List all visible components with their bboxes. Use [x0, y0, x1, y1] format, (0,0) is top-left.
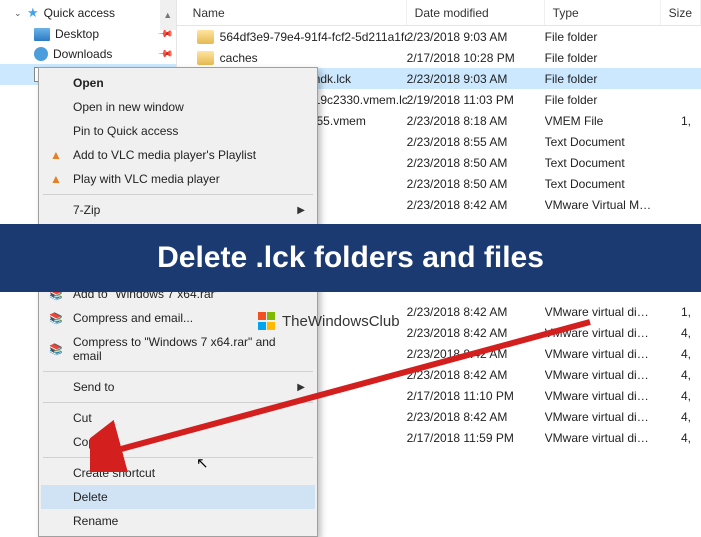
nav-label: Downloads [53, 47, 112, 61]
rar-icon: 📚 [47, 310, 65, 326]
file-date: 2/23/2018 9:03 AM [407, 30, 545, 44]
file-date: 2/23/2018 8:42 AM [407, 347, 545, 361]
menu-separator [43, 371, 313, 372]
file-date: 2/23/2018 8:42 AM [407, 410, 545, 424]
watermark: TheWindowsClub [258, 312, 400, 330]
file-type: Text Document [545, 177, 661, 191]
file-type: File folder [545, 51, 661, 65]
file-type: VMware virtual disk f... [545, 347, 661, 361]
nav-item-downloads[interactable]: Downloads 📌 [0, 44, 176, 64]
menu-compress-rar-email[interactable]: 📚 Compress to "Windows 7 x64.rar" and em… [41, 330, 315, 368]
windows-logo-icon [258, 312, 276, 330]
folder-icon [197, 30, 214, 44]
vlc-icon: ▲ [47, 171, 65, 187]
file-date: 2/23/2018 8:55 AM [407, 135, 545, 149]
downloads-icon [34, 47, 48, 61]
file-size: 1, [661, 114, 701, 128]
menu-7zip[interactable]: 7-Zip ▶ [41, 198, 315, 222]
file-date: 2/23/2018 8:42 AM [407, 326, 545, 340]
file-size: 4, [661, 326, 701, 340]
chevron-up-icon: ▲ [163, 10, 172, 20]
file-type: File folder [545, 93, 661, 107]
menu-copy[interactable]: Copy [41, 430, 315, 454]
file-type: VMware Virtual Mac... [545, 198, 661, 212]
overlay-banner: Delete .lck folders and files [0, 224, 701, 292]
file-date: 2/23/2018 8:18 AM [407, 114, 545, 128]
file-date: 2/23/2018 8:50 AM [407, 177, 545, 191]
file-type: VMware virtual disk f... [545, 431, 661, 445]
file-date: 2/17/2018 10:28 PM [407, 51, 545, 65]
file-date: 2/17/2018 11:59 PM [407, 431, 545, 445]
menu-pin-quick-access[interactable]: Pin to Quick access [41, 119, 315, 143]
menu-separator [43, 402, 313, 403]
nav-scroll-up[interactable]: ▲ [160, 0, 176, 30]
menu-cut[interactable]: Cut [41, 406, 315, 430]
menu-create-shortcut[interactable]: Create shortcut [41, 461, 315, 485]
file-row[interactable]: 564df3e9-79e4-91f4-fcf2-5d211a1fd655.vme… [177, 26, 701, 47]
file-date: 2/23/2018 9:03 AM [407, 72, 545, 86]
menu-delete[interactable]: Delete [41, 485, 315, 509]
file-date: 2/23/2018 8:42 AM [407, 368, 545, 382]
rar-icon: 📚 [47, 341, 65, 357]
file-row[interactable]: caches 2/17/2018 10:28 PMFile folder [177, 47, 701, 68]
file-type: VMware virtual disk f... [545, 305, 661, 319]
submenu-arrow-icon: ▶ [297, 205, 305, 216]
file-type: Text Document [545, 156, 661, 170]
menu-separator [43, 194, 313, 195]
file-size: 4, [661, 389, 701, 403]
column-header-date[interactable]: Date modified [407, 0, 545, 25]
menu-open-new-window[interactable]: Open in new window [41, 95, 315, 119]
file-type: VMware virtual disk f... [545, 326, 661, 340]
file-size: 4, [661, 347, 701, 361]
file-type: VMware virtual disk f... [545, 368, 661, 382]
file-date: 2/23/2018 8:50 AM [407, 156, 545, 170]
nav-quick-access[interactable]: ⌄ ★ Quick access [0, 2, 176, 24]
file-date: 2/23/2018 8:42 AM [407, 305, 545, 319]
file-type: VMware virtual disk f... [545, 389, 661, 403]
vlc-icon: ▲ [47, 147, 65, 163]
file-type: Text Document [545, 135, 661, 149]
file-date: 2/17/2018 11:10 PM [407, 389, 545, 403]
menu-rename[interactable]: Rename [41, 509, 315, 533]
menu-send-to[interactable]: Send to ▶ [41, 375, 315, 399]
context-menu: Open Open in new window Pin to Quick acc… [38, 67, 318, 537]
file-size: 1, [661, 305, 701, 319]
file-size: 4, [661, 368, 701, 382]
file-name: 564df3e9-79e4-91f4-fcf2-5d211a1fd655.vme… [220, 30, 407, 44]
file-name: caches [220, 51, 258, 65]
file-size: 4, [661, 410, 701, 424]
star-icon: ★ [27, 5, 39, 21]
file-date: 2/23/2018 8:42 AM [407, 198, 545, 212]
file-size: 4, [661, 431, 701, 445]
file-type: File folder [545, 72, 661, 86]
menu-vlc-playlist[interactable]: ▲ Add to VLC media player's Playlist [41, 143, 315, 167]
menu-vlc-play[interactable]: ▲ Play with VLC media player [41, 167, 315, 191]
file-date: 2/19/2018 11:03 PM [407, 93, 545, 107]
watermark-text: TheWindowsClub [282, 313, 400, 330]
chevron-down-icon: ⌄ [14, 8, 22, 19]
column-header-name[interactable]: Name [177, 0, 407, 25]
nav-label: Quick access [44, 6, 115, 20]
folder-icon [197, 51, 214, 65]
column-header-size[interactable]: Size [661, 0, 701, 25]
desktop-icon [34, 28, 50, 41]
file-type: VMEM File [545, 114, 661, 128]
menu-separator [43, 457, 313, 458]
menu-open[interactable]: Open [41, 71, 315, 95]
nav-item-desktop[interactable]: Desktop 📌 [0, 24, 176, 44]
submenu-arrow-icon: ▶ [297, 382, 305, 393]
file-type: File folder [545, 30, 661, 44]
column-header-type[interactable]: Type [545, 0, 661, 25]
mouse-cursor-icon: ↖ [196, 454, 209, 472]
nav-label: Desktop [55, 27, 99, 41]
column-headers: Name Date modified Type Size [177, 0, 701, 26]
pin-icon: 📌 [157, 46, 174, 63]
file-type: VMware virtual disk f... [545, 410, 661, 424]
